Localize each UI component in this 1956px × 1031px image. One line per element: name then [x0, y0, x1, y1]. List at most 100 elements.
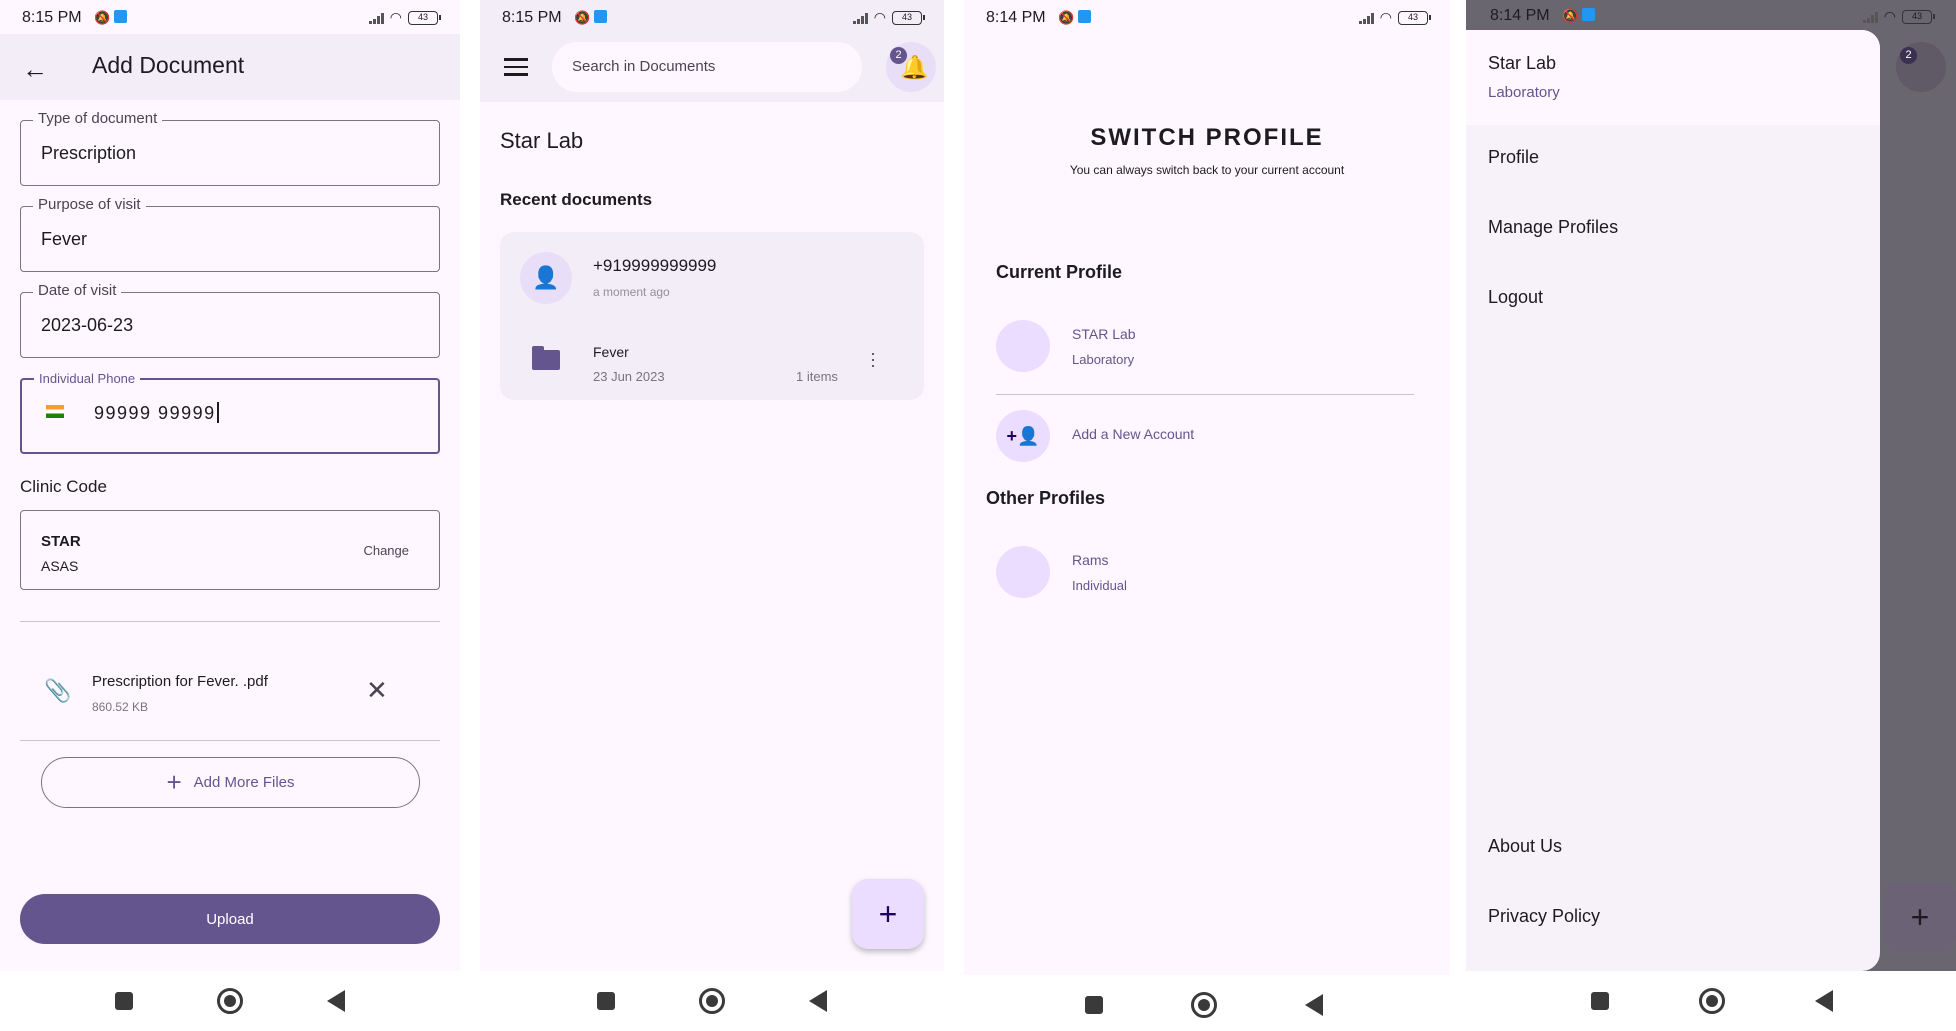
- attachment-icon: 📎: [44, 678, 72, 703]
- signal-icon: [1862, 11, 1878, 23]
- text-cursor: [216, 402, 219, 423]
- divider: [20, 740, 440, 741]
- back-triangle-icon: [327, 990, 345, 1012]
- home-button[interactable]: [210, 971, 250, 1031]
- drawer-screen: 2 + 8:14 PM 🔕 ◠ 43 Star Lab Laboratory P…: [1466, 0, 1956, 1031]
- field-label: Date of visit: [33, 282, 122, 299]
- app-notification-icon: [114, 10, 128, 23]
- india-flag-icon[interactable]: [46, 405, 64, 418]
- search-bar-area: Search in Documents 🔔 2: [480, 34, 944, 102]
- field-label: Type of document: [33, 110, 163, 127]
- app-notification-icon: [1078, 10, 1092, 23]
- other-profile-type: Individual: [1072, 578, 1127, 593]
- app-notification-icon: [594, 10, 608, 23]
- battery-icon: 43: [1902, 9, 1935, 24]
- status-time: 8:14 PM: [1490, 7, 1550, 24]
- square-icon: [597, 992, 615, 1010]
- file-name: Prescription for Fever. .pdf: [92, 673, 268, 690]
- square-icon: [1591, 992, 1609, 1010]
- recents-button[interactable]: [104, 971, 144, 1031]
- wifi-icon: ◠: [389, 9, 402, 25]
- avatar: [996, 320, 1050, 372]
- drawer-item-about-us[interactable]: About Us: [1488, 836, 1562, 857]
- status-time: 8:14 PM: [986, 9, 1046, 26]
- system-nav-bar: [964, 975, 1450, 1031]
- recents-button[interactable]: [586, 971, 626, 1031]
- phone-field[interactable]: Individual Phone 99999 99999: [20, 371, 440, 454]
- notifications-button: 2: [1896, 42, 1946, 92]
- drawer-item-manage-profiles[interactable]: Manage Profiles: [1488, 217, 1618, 238]
- other-profile-name[interactable]: Rams: [1072, 552, 1109, 568]
- upload-button[interactable]: Upload: [20, 894, 440, 944]
- battery-icon: 43: [408, 10, 441, 25]
- notification-badge: 2: [890, 47, 907, 64]
- add-document-fab[interactable]: +: [852, 879, 924, 949]
- square-icon: [1085, 996, 1103, 1014]
- date-field[interactable]: Date of visit 2023-06-23: [20, 282, 440, 358]
- clinic-code-box: STAR ASAS Change: [20, 510, 440, 590]
- back-triangle-icon: [1815, 990, 1833, 1012]
- add-person-icon[interactable]: +👤: [996, 410, 1050, 462]
- mute-icon: 🔕: [94, 10, 111, 25]
- app-bar: ← Add Document: [0, 34, 460, 100]
- signal-icon: [368, 12, 384, 24]
- status-time: 8:15 PM: [502, 9, 562, 26]
- switch-profile-screen: 8:14 PM 🔕 ◠ 43 SWITCH PROFILE You can al…: [964, 0, 1450, 1031]
- field-value: Fever: [41, 229, 88, 249]
- status-bar: 8:15 PM 🔕 ◠ 43: [480, 0, 944, 34]
- document-type-field[interactable]: Type of document Prescription: [20, 110, 440, 186]
- folder-date: 23 Jun 2023: [593, 369, 665, 384]
- home-button[interactable]: [692, 971, 732, 1031]
- wifi-icon: ◠: [873, 9, 886, 25]
- clinic-code: STAR: [41, 533, 81, 550]
- document-card[interactable]: 👤 +919999999999 a moment ago Fever 23 Ju…: [500, 232, 924, 400]
- notifications-button[interactable]: 🔔 2: [886, 42, 936, 92]
- add-account-button[interactable]: Add a New Account: [1072, 426, 1194, 442]
- home-circle-icon: [1699, 988, 1725, 1014]
- person-icon: 👤: [520, 252, 572, 304]
- folder-name[interactable]: Fever: [593, 344, 629, 360]
- home-button[interactable]: [1184, 975, 1224, 1031]
- home-circle-icon: [1191, 992, 1217, 1018]
- avatar[interactable]: [996, 546, 1050, 598]
- mute-icon: 🔕: [1562, 8, 1579, 23]
- more-options-icon[interactable]: · · ·: [870, 344, 876, 374]
- drawer-item-privacy-policy[interactable]: Privacy Policy: [1488, 906, 1600, 927]
- remove-file-icon[interactable]: ✕: [366, 675, 388, 706]
- recents-button[interactable]: [1580, 971, 1620, 1031]
- drawer-profile-type: Laboratory: [1488, 84, 1560, 101]
- back-button[interactable]: [1294, 975, 1334, 1031]
- search-input[interactable]: Search in Documents: [552, 42, 862, 92]
- menu-icon[interactable]: [504, 58, 528, 81]
- status-time: 8:15 PM: [22, 9, 82, 26]
- drawer-item-profile[interactable]: Profile: [1488, 147, 1539, 168]
- battery-icon: 43: [1398, 10, 1431, 25]
- back-arrow-icon[interactable]: ←: [22, 54, 48, 85]
- navigation-drawer: Star Lab Laboratory Profile Manage Profi…: [1466, 30, 1880, 971]
- add-more-files-button[interactable]: + Add More Files: [41, 757, 420, 808]
- card-phone: +919999999999: [593, 256, 717, 275]
- back-button[interactable]: [316, 971, 356, 1031]
- home-button[interactable]: [1692, 971, 1732, 1031]
- drawer-item-logout[interactable]: Logout: [1488, 287, 1543, 308]
- plus-icon: +: [166, 767, 182, 797]
- home-circle-icon: [699, 988, 725, 1014]
- change-clinic-button[interactable]: Change: [363, 543, 409, 558]
- divider: [20, 621, 440, 622]
- status-bar: 8:14 PM 🔕 ◠ 43: [964, 0, 1450, 34]
- drawer-header: Star Lab Laboratory: [1466, 30, 1880, 125]
- folder-icon: [532, 346, 560, 370]
- current-profile-name[interactable]: STAR Lab: [1072, 326, 1136, 342]
- folder-items: 1 items: [796, 369, 838, 384]
- home-circle-icon: [217, 988, 243, 1014]
- back-button[interactable]: [1804, 971, 1844, 1031]
- documents-screen: 8:15 PM 🔕 ◠ 43 Search in Documents 🔔 2 S…: [480, 0, 944, 1031]
- recents-button[interactable]: [1074, 975, 1114, 1031]
- mute-icon: 🔕: [574, 10, 591, 25]
- notification-badge: 2: [1900, 47, 1917, 64]
- add-document-fab: +: [1884, 882, 1956, 952]
- back-button[interactable]: [798, 971, 838, 1031]
- current-profile-type: Laboratory: [1072, 352, 1135, 367]
- purpose-field[interactable]: Purpose of visit Fever: [20, 196, 440, 272]
- wifi-icon: ◠: [1379, 9, 1392, 25]
